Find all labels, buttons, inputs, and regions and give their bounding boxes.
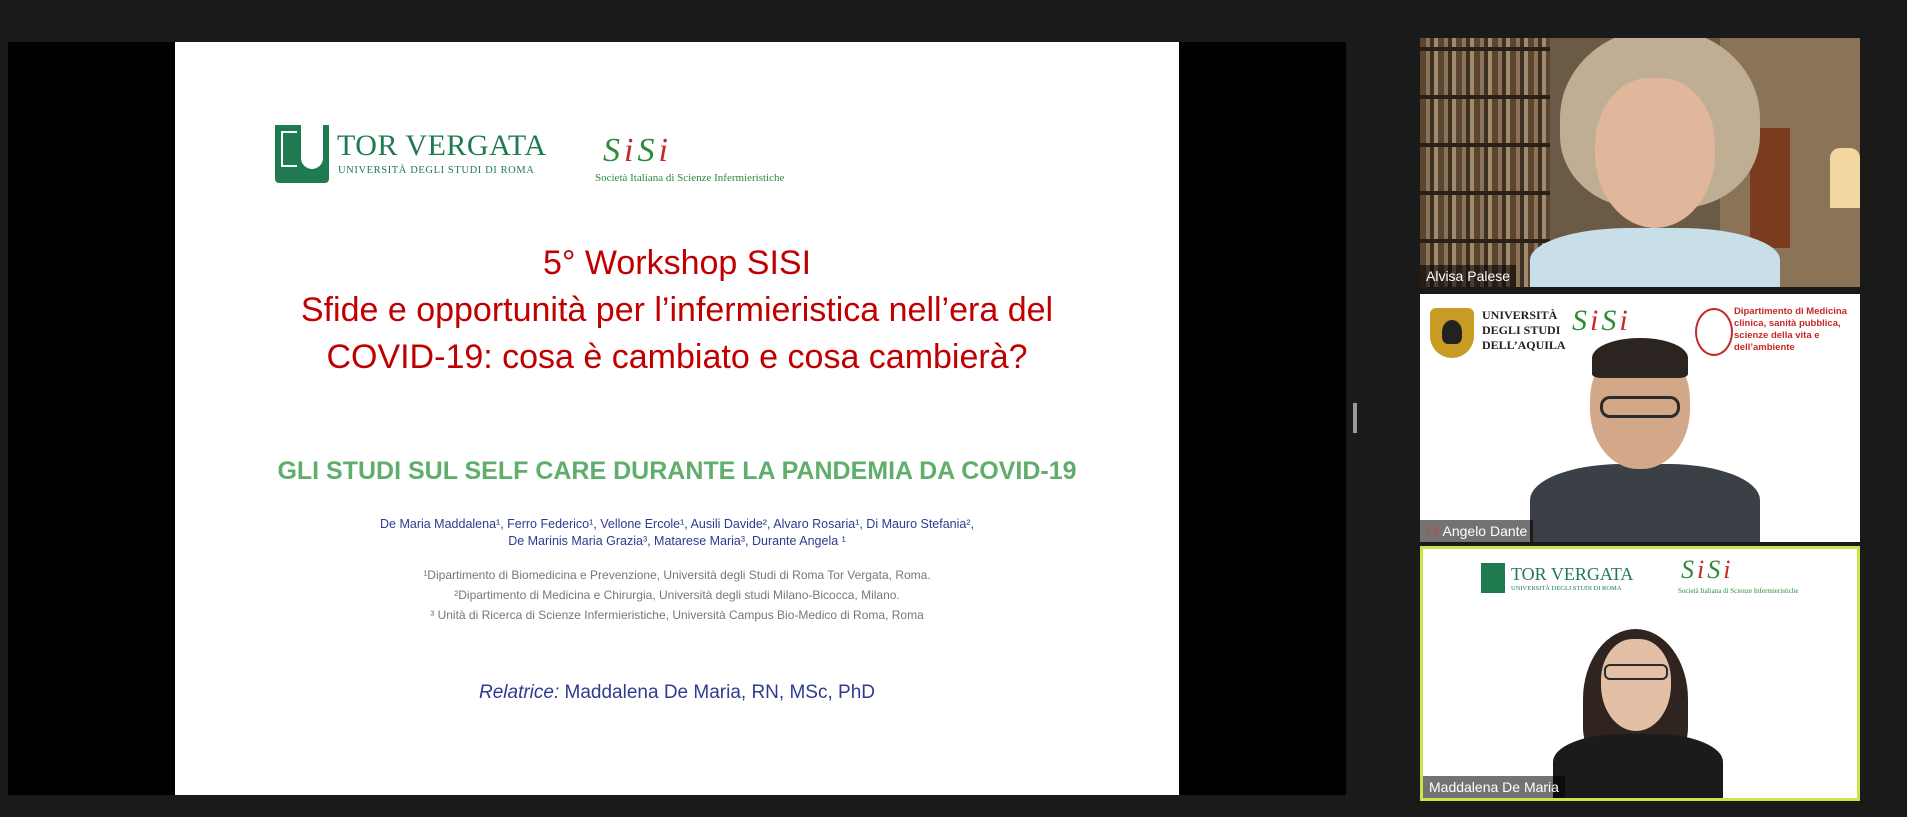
virtual-background-department: Dipartimento di Medicina clinica, sanità… (1734, 306, 1847, 353)
slide-title-line1: 5° Workshop SISI (542, 244, 812, 282)
sisi-tagline-background: Società Italiana di Scienze Infermierist… (1678, 587, 1799, 595)
bookshelf-shelves (1420, 38, 1550, 287)
lamp (1830, 148, 1860, 208)
affiliations: ¹Dipartimento di Biomedicina e Prevenzio… (175, 565, 1179, 625)
sisi-logo-tagline: Società Italiana di Scienze Infermierist… (595, 172, 785, 184)
participant-suit (1530, 464, 1760, 542)
authors: De Maria Maddalena¹, Ferro Federico¹, Ve… (175, 516, 1179, 550)
department-logo-icon (1695, 308, 1733, 356)
sisi-logo: SiSi Società Italiana di Scienze Infermi… (595, 130, 784, 190)
speaker-line: Relatrice: Maddalena De Maria, RN, MSc, … (175, 682, 1179, 704)
participant-shirt (1530, 228, 1780, 287)
participant-name: Maddalena De Maria (1429, 779, 1559, 795)
participant-name: Alvisa Palese (1426, 268, 1511, 284)
affiliation-2: ²Dipartimento di Medicina e Chirurgia, U… (454, 588, 900, 602)
mic-off-icon: 🎙̸ (1426, 523, 1437, 539)
authors-line2: De Marinis Maria Grazia³, Matarese Maria… (508, 534, 846, 548)
virtual-background-university: UNIVERSITÀ DEGLI STUDI DELL’AQUILA (1482, 308, 1566, 352)
participant-name-tag: Maddalena De Maria (1423, 776, 1565, 798)
participant-face (1595, 78, 1715, 228)
tor-vergata-subtitle-background: UNIVERSITÀ DEGLI STUDI DI ROMA (1511, 585, 1622, 592)
participant-name: Angelo Dante (1442, 523, 1528, 539)
speaker-name: Maddalena De Maria, RN, MSc, PhD (559, 682, 875, 703)
affiliation-3: ³ Unità di Ricerca di Scienze Infermieri… (430, 608, 924, 622)
participant-glasses (1600, 396, 1680, 418)
participant-top (1553, 734, 1723, 798)
participant-face (1601, 639, 1671, 731)
participant-video: UNIVERSITÀ DEGLI STUDI DELL’AQUILA SiSi Di… (1420, 294, 1860, 542)
participant-glasses (1604, 664, 1668, 680)
sisi-logo-word: SiSi (603, 132, 672, 169)
participant-name-tag: 🎙̸ Angelo Dante (1420, 520, 1534, 542)
slide-title-line3: COVID-19: cosa è cambiato e cosa cambier… (326, 338, 1028, 376)
slide-title-line2: Sfide e opportunità per l’infermieristic… (300, 291, 1054, 329)
authors-line1: De Maria Maddalena¹, Ferro Federico¹, Ve… (380, 517, 974, 531)
participant-video: TOR VERGATA UNIVERSITÀ DEGLI STUDI DI RO… (1423, 549, 1857, 798)
university-crest-icon (1430, 308, 1474, 358)
shared-slide: TOR VERGATA UNIVERSITÀ DEGLI STUDI DI RO… (175, 42, 1179, 795)
tor-vergata-name-background: TOR VERGATA (1511, 564, 1634, 584)
video-tile-angelo-dante[interactable]: UNIVERSITÀ DEGLI STUDI DELL’AQUILA SiSi Di… (1420, 294, 1860, 542)
tor-vergata-shield-icon (275, 125, 329, 183)
tor-vergata-shield-icon (1481, 563, 1505, 593)
speaker-role: Relatrice: (479, 682, 560, 703)
slide-title: 5° Workshop SISI Sfide e opportunità per… (175, 240, 1179, 381)
video-tile-alvisa-palese[interactable]: Alvisa Palese (1420, 38, 1860, 287)
participant-video (1420, 38, 1860, 287)
tor-vergata-logo: TOR VERGATA UNIVERSITÀ DEGLI STUDI DI RO… (275, 125, 546, 185)
participant-hair (1592, 338, 1688, 378)
affiliation-1: ¹Dipartimento di Biomedicina e Prevenzio… (423, 568, 931, 582)
slide-subtitle: GLI STUDI SUL SELF CARE DURANTE LA PANDE… (277, 457, 1077, 485)
panel-resize-handle[interactable] (1353, 403, 1357, 433)
tor-vergata-subtitle: UNIVERSITÀ DEGLI STUDI DI ROMA (338, 165, 535, 176)
video-tile-maddalena-de-maria[interactable]: TOR VERGATA UNIVERSITÀ DEGLI STUDI DI RO… (1420, 546, 1860, 801)
tor-vergata-name: TOR VERGATA (337, 129, 547, 162)
sisi-logo-background: SiSi (1681, 555, 1734, 584)
sisi-logo-background: SiSi (1572, 304, 1631, 337)
participant-name-tag: Alvisa Palese (1420, 265, 1517, 287)
